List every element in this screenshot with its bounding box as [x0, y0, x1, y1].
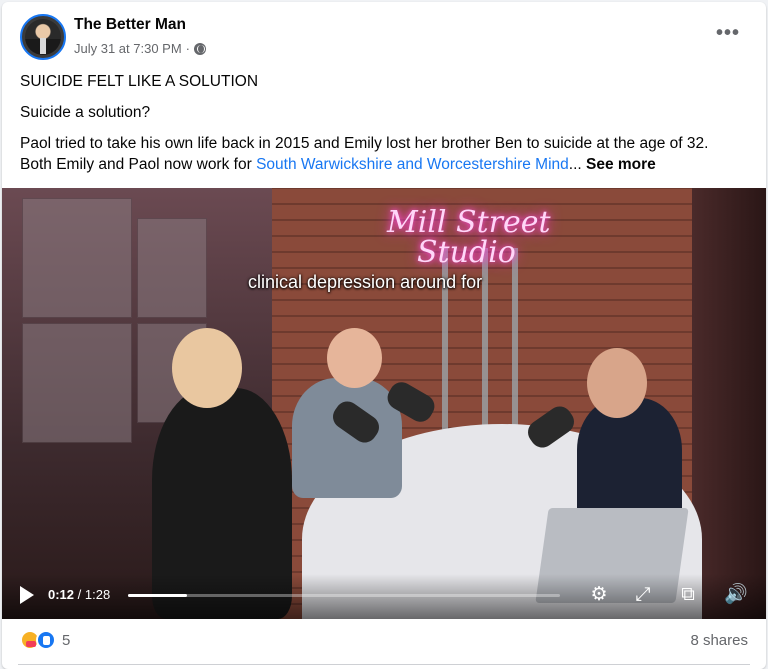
post-title-line: SUICIDE FELT LIKE A SOLUTION	[20, 73, 259, 90]
current-time: 0:12	[48, 587, 75, 602]
post-body: Paol tried to take his own life back in …	[20, 133, 738, 175]
post-header: The Better Man July 31 at 7:30 PM · •••	[20, 14, 750, 60]
shares-count[interactable]: 8 shares	[690, 632, 748, 649]
post-subtitle-line: Suicide a solution?	[20, 104, 151, 121]
body-ellipsis: ...	[568, 156, 582, 173]
person-left-head	[172, 328, 242, 408]
video-caption: clinical depression around for	[248, 272, 483, 292]
person-center-head	[327, 328, 382, 388]
pip-icon[interactable]: ⧉	[677, 584, 699, 606]
meta-separator: ·	[185, 41, 191, 56]
progress-bar[interactable]	[128, 594, 560, 597]
see-more-button[interactable]: See more	[586, 156, 656, 173]
reactions-summary[interactable]: 5	[20, 630, 70, 650]
person-center	[292, 378, 402, 498]
volume-icon[interactable]: 🔊	[724, 584, 748, 606]
progress-fill	[128, 594, 187, 597]
time-separator: /	[74, 587, 85, 602]
play-icon[interactable]	[20, 586, 34, 604]
author-name[interactable]: The Better Man	[74, 16, 186, 34]
studio-right-wall	[692, 188, 766, 619]
timestamp[interactable]: July 31 at 7:30 PM	[74, 41, 182, 56]
reaction-count: 5	[62, 631, 71, 649]
ellipsis-icon[interactable]: •••	[716, 22, 740, 45]
acoustic-panel	[22, 323, 132, 443]
acoustic-panel	[137, 218, 207, 318]
mind-link[interactable]: South Warwickshire and Worcestershire Mi…	[256, 156, 569, 173]
footer-divider	[18, 664, 750, 665]
like-icon	[36, 630, 56, 650]
neon-sign-line1: Mill Street	[387, 205, 551, 240]
post-meta: July 31 at 7:30 PM ·	[74, 41, 207, 56]
neon-sign-line2: Studio	[417, 235, 516, 270]
post-text: SUICIDE FELT LIKE A SOLUTION Suicide a s…	[20, 71, 738, 185]
avatar[interactable]	[20, 14, 66, 60]
person-right-head	[587, 348, 647, 418]
globe-icon[interactable]	[194, 42, 207, 55]
neon-sign: Mill Street Studio	[387, 208, 551, 268]
acoustic-panel	[22, 198, 132, 318]
video-player[interactable]: Mill Street Studio clinical depression a…	[2, 188, 766, 619]
avatar-detail	[40, 38, 46, 54]
settings-icon[interactable]: ⚙	[588, 584, 610, 606]
video-controls: 0:12 / 1:28 ⚙ ⤢ ⧉ 🔊	[2, 574, 766, 619]
post-footer: 5 8 shares	[20, 630, 748, 656]
video-duration: 1:28	[84, 587, 111, 602]
video-time: 0:12 / 1:28	[48, 587, 110, 602]
post-card: The Better Man July 31 at 7:30 PM · ••• …	[2, 2, 766, 669]
fullscreen-icon[interactable]: ⤢	[632, 584, 654, 606]
